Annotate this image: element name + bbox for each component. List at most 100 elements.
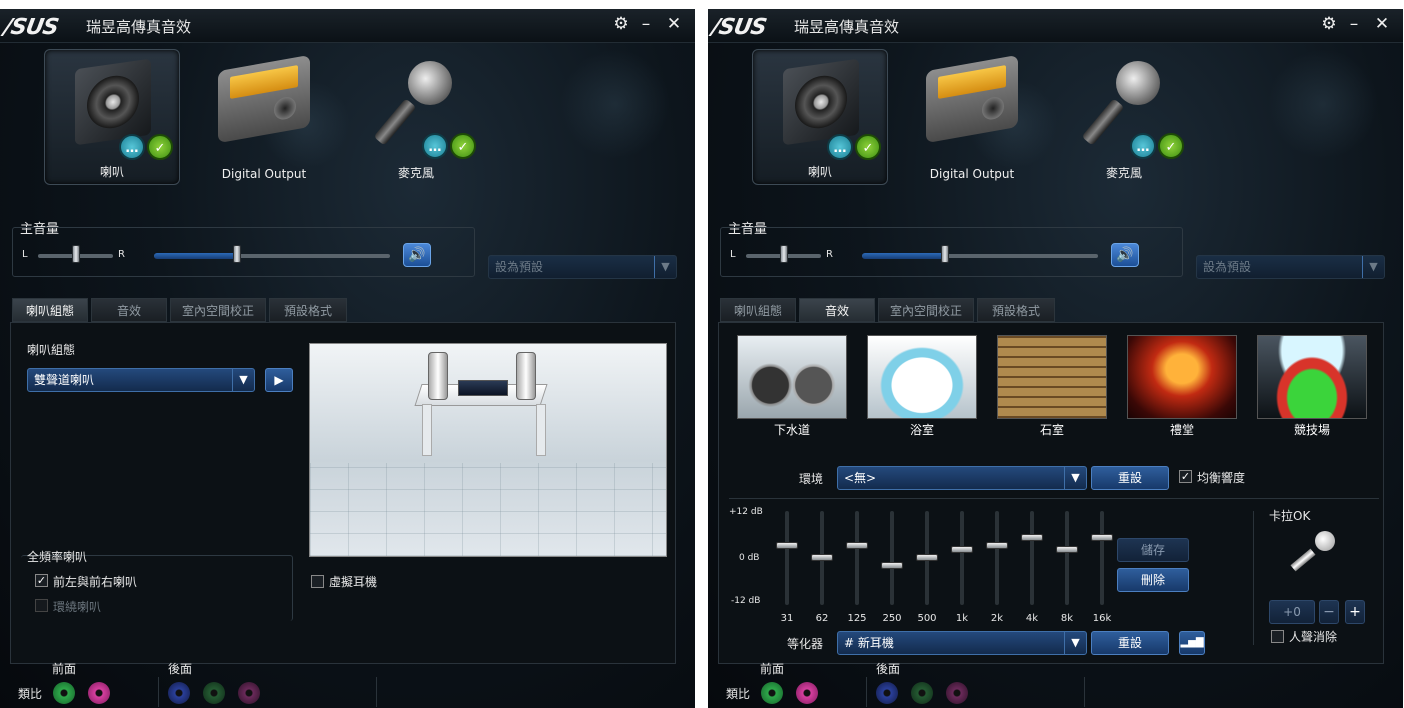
rear-pink-jack-icon[interactable] [238, 682, 260, 704]
eq-slider-handle-125[interactable] [846, 542, 868, 549]
digital-output-icon [926, 54, 1018, 144]
eq-slider-track-250[interactable] [890, 511, 894, 605]
device-label: Digital Output [929, 167, 1015, 181]
tab-room-correction[interactable]: 室內空間校正 [170, 298, 266, 322]
loudness-checkbox[interactable]: ✓ [1179, 470, 1192, 483]
front-green-jack-icon[interactable] [53, 682, 75, 704]
eq-frequency-label-31: 31 [780, 613, 794, 624]
minimize-icon[interactable]: – [636, 14, 656, 34]
speaker-config-value: 雙聲道喇叭 [34, 373, 95, 387]
surround-checkbox[interactable] [35, 599, 48, 612]
eq-slider-handle-4k[interactable] [1021, 534, 1043, 541]
environment-reset-button[interactable]: 重設 [1091, 466, 1169, 490]
env-preset-sewer[interactable]: 下水道 [737, 335, 847, 441]
eq-slider-track-31[interactable] [785, 511, 789, 605]
jack-divider [158, 677, 159, 707]
minimize-icon[interactable]: – [1344, 14, 1364, 34]
eq-slider-track-4k[interactable] [1030, 511, 1034, 605]
eq-slider-track-125[interactable] [855, 511, 859, 605]
eq-slider-handle-16k[interactable] [1091, 534, 1113, 541]
eq-slider-handle-2k[interactable] [986, 542, 1008, 549]
front-jacks-label: 前面 [52, 662, 77, 676]
speaker-config-dropdown[interactable]: 雙聲道喇叭 ▼ [27, 368, 255, 392]
graphic-eq-icon[interactable]: ▂▅▇ [1179, 631, 1205, 655]
device-tab-speaker[interactable]: … ✓ 喇叭 [752, 49, 888, 185]
microphone-icon [1116, 61, 1160, 105]
eq-slider-handle-31[interactable] [776, 542, 798, 549]
environment-value: <無> [844, 471, 877, 485]
balance-left-label: L [22, 249, 28, 260]
equalizer-preset-dropdown[interactable]: # 新耳機 ▼ [837, 631, 1087, 655]
eq-slider-track-8k[interactable] [1065, 511, 1069, 605]
rear-blue-jack-icon[interactable] [876, 682, 898, 704]
environment-dropdown[interactable]: <無> ▼ [837, 466, 1087, 490]
play-test-button[interactable]: ▶ [265, 368, 293, 392]
settings-gear-icon[interactable]: ⚙ [1319, 14, 1339, 34]
tab-speaker-config[interactable]: 喇叭組態 [12, 298, 88, 322]
device-tab-digital-output[interactable]: Digital Output [904, 49, 1040, 185]
rear-green-jack-icon[interactable] [911, 682, 933, 704]
vocal-cancel-checkbox[interactable] [1271, 630, 1284, 643]
front-pink-jack-icon[interactable] [88, 682, 110, 704]
device-tab-speaker[interactable]: … ✓ 喇叭 [44, 49, 180, 185]
left-speaker-icon[interactable] [428, 352, 448, 400]
tab-default-format[interactable]: 預設格式 [977, 298, 1055, 322]
eq-slider-handle-250[interactable] [881, 562, 903, 569]
eq-slider-track-2k[interactable] [995, 511, 999, 605]
rear-blue-jack-icon[interactable] [168, 682, 190, 704]
equalizer-label: 等化器 [787, 637, 824, 651]
tab-sound-effects[interactable]: 音效 [91, 298, 167, 322]
env-preset-arena[interactable]: 競技場 [1257, 335, 1367, 441]
env-preset-bathroom[interactable]: 浴室 [867, 335, 977, 441]
front-pink-jack-icon[interactable] [796, 682, 818, 704]
device-tab-digital-output[interactable]: Digital Output [196, 49, 332, 185]
env-preset-label: 下水道 [773, 423, 810, 437]
rear-pink-jack-icon[interactable] [946, 682, 968, 704]
eq-delete-button[interactable]: 刪除 [1117, 568, 1189, 592]
tab-sound-effects[interactable]: 音效 [799, 298, 875, 322]
front-lr-checkbox[interactable]: ✓ [35, 574, 48, 587]
rear-green-jack-icon[interactable] [203, 682, 225, 704]
eq-save-button[interactable]: 儲存 [1117, 538, 1189, 562]
env-preset-auditorium[interactable]: 禮堂 [1127, 335, 1237, 441]
set-default-device-dropdown[interactable]: 設為預設 ▼ [1196, 255, 1385, 279]
settings-gear-icon[interactable]: ⚙ [611, 14, 631, 34]
eq-slider-handle-8k[interactable] [1056, 546, 1078, 553]
mute-toggle-speaker-icon[interactable]: 🔊 [1111, 243, 1139, 267]
device-tab-microphone[interactable]: … ✓ 麥克風 [1056, 49, 1192, 185]
chevron-down-icon: ▼ [232, 369, 254, 391]
balance-slider-handle[interactable] [72, 245, 80, 263]
speaker-icon [75, 58, 151, 146]
set-default-device-dropdown[interactable]: 設為預設 ▼ [488, 255, 677, 279]
device-label: Digital Output [221, 167, 307, 181]
volume-slider-handle[interactable] [941, 245, 949, 263]
volume-slider-fill [154, 253, 237, 259]
device-label: 喇叭 [99, 165, 124, 179]
eq-slider-handle-62[interactable] [811, 554, 833, 561]
mute-toggle-speaker-icon[interactable]: 🔊 [403, 243, 431, 267]
close-icon[interactable]: ✕ [1372, 14, 1392, 34]
eq-slider-track-16k[interactable] [1100, 511, 1104, 605]
equalizer-reset-button[interactable]: 重設 [1091, 631, 1169, 655]
front-green-jack-icon[interactable] [761, 682, 783, 704]
tab-default-format[interactable]: 預設格式 [269, 298, 347, 322]
eq-slider-handle-1k[interactable] [951, 546, 973, 553]
env-preset-stone-room[interactable]: 石室 [997, 335, 1107, 441]
close-icon[interactable]: ✕ [664, 14, 684, 34]
front-jacks-label: 前面 [760, 662, 785, 676]
eq-slider-handle-500[interactable] [916, 554, 938, 561]
device-label: 麥克風 [1105, 166, 1142, 180]
microphone-icon [408, 61, 452, 105]
tab-room-correction[interactable]: 室內空間校正 [878, 298, 974, 322]
karaoke-minus-button[interactable]: − [1319, 600, 1339, 624]
eq-slider-track-1k[interactable] [960, 511, 964, 605]
device-tab-microphone[interactable]: … ✓ 麥克風 [348, 49, 484, 185]
virtual-headphone-checkbox[interactable] [311, 575, 324, 588]
speaker-config-panel: 喇叭組態 雙聲道喇叭 ▼ ▶ 全頻率喇叭 ✓ 前左與前右喇叭 環繞喇叭 虛擬耳機 [10, 322, 676, 664]
app-title: 瑞昱高傳真音效 [86, 18, 192, 36]
karaoke-plus-button[interactable]: + [1345, 600, 1365, 624]
balance-slider-handle[interactable] [780, 245, 788, 263]
volume-slider-handle[interactable] [233, 245, 241, 263]
right-speaker-icon[interactable] [516, 352, 536, 400]
tab-speaker-config[interactable]: 喇叭組態 [720, 298, 796, 322]
